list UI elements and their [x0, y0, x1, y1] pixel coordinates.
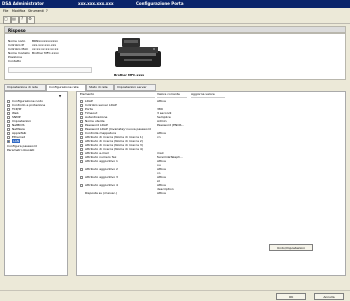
printer-image — [114, 35, 162, 69]
toolbar: ▢ ▤ ? ⚙ — [0, 14, 350, 24]
row-checkbox[interactable] — [80, 128, 83, 131]
settings-button[interactable]: ⚙ — [27, 16, 35, 24]
tree-checkbox[interactable] — [7, 116, 10, 119]
filter-icon[interactable]: ▼ — [57, 94, 63, 98]
info-scrollbar[interactable] — [8, 67, 92, 73]
row-checkbox[interactable] — [80, 108, 83, 111]
row-checkbox[interactable] — [80, 168, 83, 171]
tree-checkbox[interactable] — [7, 112, 10, 115]
device-info-panel: Nome nodo BRNxxxxxxxxxxx Indirizzo IP xx… — [4, 33, 346, 80]
row-checkbox[interactable] — [80, 136, 83, 139]
row-checkbox[interactable] — [80, 112, 83, 115]
table-cell: Attiva — [157, 99, 166, 103]
menu-tools[interactable]: Strumenti — [28, 9, 44, 13]
row-checkbox[interactable] — [80, 148, 83, 151]
tree-item-selected[interactable]: LAN — [12, 139, 21, 143]
cancel-button[interactable]: Annulla — [314, 293, 344, 300]
table-row[interactable]: Attributo aggiuntivo 3 — [85, 175, 118, 179]
ok-button[interactable]: OK — [276, 293, 306, 300]
new-button[interactable]: ▢ — [3, 16, 11, 24]
table-row[interactable]: Attributo aggiuntivo 1 — [85, 159, 118, 163]
menu-file[interactable]: File — [3, 9, 8, 13]
table-cell: Password (ENCR... — [157, 123, 185, 127]
table-cell: cn — [157, 135, 161, 139]
tree-checkbox[interactable] — [7, 104, 10, 107]
table-cell: Attiva — [157, 191, 166, 195]
new-icon: ▢ — [4, 16, 8, 21]
tree-checkbox[interactable] — [7, 108, 10, 111]
open-icon: ▤ — [12, 16, 16, 21]
column-header[interactable]: Elemento — [80, 92, 155, 98]
tab-server-settings[interactable]: Impostazioni server — [114, 84, 156, 91]
info-label: Contatto — [8, 59, 22, 63]
tree-item[interactable]: Parametri obsoleti — [7, 148, 34, 152]
tree-checkbox[interactable] — [7, 124, 10, 127]
column-header[interactable]: Aggiorna valore — [191, 92, 225, 98]
settings-table: Elemento Valore corrente Aggiorna valore… — [76, 91, 346, 276]
tree-checkbox[interactable] — [7, 136, 10, 139]
row-checkbox[interactable] — [80, 160, 83, 163]
tree-checkbox-selected[interactable] — [7, 140, 10, 143]
help-button[interactable]: ? — [19, 16, 27, 24]
row-checkbox[interactable] — [80, 144, 83, 147]
column-header[interactable]: Valore corrente — [157, 92, 187, 98]
row-checkbox[interactable] — [80, 156, 83, 159]
menu-help[interactable]: ? — [46, 9, 48, 13]
tree-checkbox[interactable] — [7, 132, 10, 135]
row-checkbox[interactable] — [80, 140, 83, 143]
row-checkbox[interactable] — [80, 184, 83, 187]
bottom-bar: OK Annulla — [0, 290, 350, 301]
app-title: DSA Administrator — [2, 1, 45, 6]
reset-button[interactable]: Undo/Impostazioni — [269, 244, 313, 251]
section-header: Risposo — [4, 26, 346, 33]
row-checkbox[interactable] — [80, 100, 83, 103]
title-bar: DSA Administrator xxx.xxx.xxx.xxx Config… — [0, 0, 350, 8]
row-checkbox[interactable] — [80, 104, 83, 107]
row-checkbox[interactable] — [80, 152, 83, 155]
left-tree-panel: ▼ Configurazione nodo Controllo e protez… — [4, 91, 68, 276]
tree-checkbox[interactable] — [7, 100, 10, 103]
row-checkbox[interactable] — [80, 176, 83, 179]
table-row[interactable]: Attributo aggiuntivo 4 — [85, 183, 118, 187]
table-row[interactable]: Attributo aggiuntivo 2 — [85, 167, 118, 171]
tab-network-status[interactable]: Stato di rete — [86, 84, 114, 91]
row-checkbox[interactable] — [80, 116, 83, 119]
row-checkbox[interactable] — [80, 120, 83, 123]
tree-checkbox[interactable] — [7, 128, 10, 131]
info-value: Brother MFC-xxxx — [32, 51, 59, 55]
tree-checkbox[interactable] — [7, 120, 10, 123]
tab-strip: Impostazione di rete Configurazione rete… — [4, 84, 346, 91]
menu-edit[interactable]: Modifica — [12, 9, 25, 13]
open-button[interactable]: ▤ — [11, 16, 19, 24]
tab-network-settings[interactable]: Impostazione di rete — [4, 84, 46, 91]
tab-network-config[interactable]: Configurazione rete — [46, 84, 86, 91]
ip-title: xxx.xxx.xxx.xxx — [78, 1, 114, 6]
row-checkbox[interactable] — [80, 124, 83, 127]
model-caption: Brother MFC-xxxx — [114, 73, 145, 77]
settings-icon: ⚙ — [28, 16, 32, 21]
table-row[interactable]: Risposta su (maiusc.) — [85, 191, 117, 195]
window-subtitle: Configurazione Porta — [136, 1, 184, 6]
help-icon: ? — [20, 16, 24, 21]
row-checkbox[interactable] — [80, 132, 83, 135]
